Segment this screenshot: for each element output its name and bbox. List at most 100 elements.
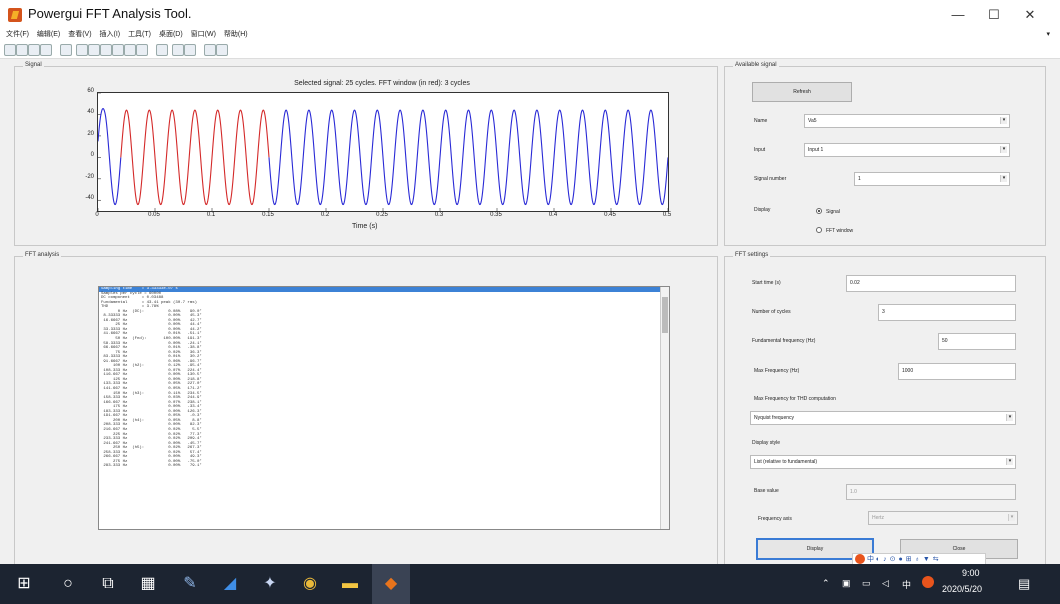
notification-icon[interactable]: ▤ <box>1018 576 1030 592</box>
zoom-in-icon[interactable] <box>76 44 88 56</box>
scrollbar-thumb[interactable] <box>662 297 668 333</box>
link-plot-icon[interactable] <box>156 44 168 56</box>
tray-ime-mode[interactable]: 中 <box>902 578 911 591</box>
max-freq-input[interactable]: 1000 <box>898 363 1016 380</box>
fft-settings-title: FFT settings <box>733 252 771 258</box>
x-tick-label: 0 <box>95 212 99 218</box>
taskbar: ⊞ ○ ⧉ ▦ ✎ ◢ ✦ ◉ ▬ ◆ ⌃ ▣ ▭ ◁ 中 9:00 2020/… <box>0 564 1060 604</box>
minimize-button[interactable]: — <box>944 6 972 24</box>
start-time-label: Start time (s) <box>752 280 781 286</box>
data-cursor-icon[interactable] <box>124 44 136 56</box>
input-select[interactable]: Input 1 ▾ <box>804 143 1010 157</box>
matlab-taskbar-button[interactable]: ◆ <box>372 564 410 604</box>
display-style-value: List (relative to fundamental) <box>754 459 818 465</box>
chevron-down-icon: ▾ <box>1000 117 1007 124</box>
base-value-input[interactable]: 1.0 <box>846 484 1016 500</box>
x-tick-label: 0.3 <box>434 212 444 218</box>
thd-select[interactable]: Nyquist frequency ▾ <box>750 411 1016 425</box>
name-select[interactable]: Va5 ▾ <box>804 114 1010 128</box>
menu-help[interactable]: 帮助(H) <box>224 28 248 42</box>
tool-app-icon[interactable]: ✎ <box>180 574 200 594</box>
edit-plot-icon[interactable] <box>60 44 72 56</box>
x-axis-label: Time (s) <box>352 223 378 230</box>
refresh-button[interactable]: Refresh <box>752 82 852 102</box>
cycles-input[interactable]: 3 <box>878 304 1016 321</box>
pan-icon[interactable] <box>100 44 112 56</box>
task-view-icon[interactable]: ⧉ <box>98 574 118 594</box>
tray-sogou-icon[interactable] <box>922 576 934 588</box>
save-icon[interactable] <box>28 44 40 56</box>
insert-colorbar-icon[interactable] <box>172 44 184 56</box>
input-label: Input <box>754 147 766 153</box>
start-time-input[interactable]: 0.02 <box>846 275 1016 292</box>
y-tick-label: 60 <box>87 88 94 94</box>
new-figure-icon[interactable] <box>4 44 16 56</box>
menu-view[interactable]: 查看(V) <box>68 28 91 42</box>
tray-expand-icon[interactable]: ⌃ <box>822 578 830 589</box>
sogou-logo-icon <box>855 554 865 565</box>
menu-edit[interactable]: 编辑(E) <box>37 28 60 42</box>
calculator-icon[interactable]: ▦ <box>138 574 158 594</box>
open-file-icon[interactable] <box>16 44 28 56</box>
menu-insert[interactable]: 插入(I) <box>100 28 121 42</box>
show-plot-tools-icon[interactable] <box>216 44 228 56</box>
fft-results-list[interactable]: Sampling time = 3.33333e-07 s Samples per… <box>98 286 670 530</box>
cycles-label: Number of cycles <box>752 309 791 315</box>
signal-number-value: 1 <box>858 176 861 182</box>
signal-plot-svg <box>97 92 669 211</box>
file-explorer-icon[interactable]: ▬ <box>340 574 360 594</box>
fund-freq-input[interactable]: 50 <box>938 333 1016 350</box>
tray-display-icon[interactable]: ▭ <box>862 578 871 589</box>
rotate-icon[interactable] <box>112 44 124 56</box>
app-icon-blue[interactable]: ◢ <box>220 574 240 594</box>
menubar-expand-icon[interactable]: ▾ <box>1046 30 1050 38</box>
freq-axis-select[interactable]: Hertz ▾ <box>868 511 1018 525</box>
fft-list-scrollbar[interactable] <box>660 287 669 529</box>
signal-number-select[interactable]: 1 ▾ <box>854 172 1010 186</box>
signal-plot[interactable] <box>97 92 669 212</box>
signal-number-label: Signal number <box>754 176 787 182</box>
x-tick-label: 0.25 <box>376 212 388 218</box>
print-icon[interactable] <box>40 44 52 56</box>
close-window-button[interactable]: ✕ <box>1016 6 1044 24</box>
tray-network-icon[interactable]: ▣ <box>842 578 851 589</box>
windows-start-icon[interactable]: ⊞ <box>14 574 34 594</box>
y-tick-label: 0 <box>90 152 94 159</box>
display-style-select[interactable]: List (relative to fundamental) ▾ <box>750 455 1016 469</box>
plot-title: Selected signal: 25 cycles. FFT window (… <box>294 80 470 87</box>
signal-panel-title: Signal <box>23 62 44 68</box>
hide-plot-tools-icon[interactable] <box>204 44 216 56</box>
x-tick-label: 0.15 <box>262 212 274 218</box>
x-tick-label: 0.5 <box>662 212 672 218</box>
clock-date[interactable]: 2020/5/20 <box>942 584 982 594</box>
menu-desktop[interactable]: 桌面(D) <box>159 28 183 42</box>
radio-signal[interactable] <box>816 208 822 214</box>
freq-axis-value: Hertz <box>872 515 884 521</box>
search-icon[interactable]: ○ <box>58 574 78 594</box>
input-select-value: Input 1 <box>808 147 824 153</box>
menu-window[interactable]: 窗口(W) <box>191 28 216 42</box>
chrome-icon[interactable]: ◉ <box>300 574 320 594</box>
freq-axis-label: Frequency axis <box>758 516 792 522</box>
zoom-out-icon[interactable] <box>88 44 100 56</box>
ime-tools-icon: ◐♪⊙●⊞♁▼⇆ <box>875 556 942 563</box>
insert-legend-icon[interactable] <box>184 44 196 56</box>
x-tick-label: 0.2 <box>320 212 330 218</box>
menu-file[interactable]: 文件(F) <box>6 28 29 42</box>
fft-panel-title: FFT analysis <box>23 252 62 258</box>
clock-time[interactable]: 9:00 <box>962 568 980 578</box>
tray-volume-icon[interactable]: ◁ <box>882 578 889 589</box>
radio-signal-label: Signal <box>826 209 840 215</box>
maximize-button[interactable]: ☐ <box>980 6 1008 24</box>
ime-mode-label: 中 <box>866 556 874 563</box>
signal-series-line <box>97 108 122 206</box>
display-label: Display <box>754 207 771 213</box>
menu-tools[interactable]: 工具(T) <box>128 28 151 42</box>
base-value-label: Base value <box>754 488 779 494</box>
app-icon-paint[interactable]: ✦ <box>260 574 280 594</box>
chevron-down-icon: ▾ <box>1008 514 1015 521</box>
brush-icon[interactable] <box>136 44 148 56</box>
radio-fft-window[interactable] <box>816 227 822 233</box>
display-style-label: Display style <box>752 440 781 446</box>
fft-line[interactable]: 283.333 Hz 0.00% 79.1° <box>99 464 669 469</box>
